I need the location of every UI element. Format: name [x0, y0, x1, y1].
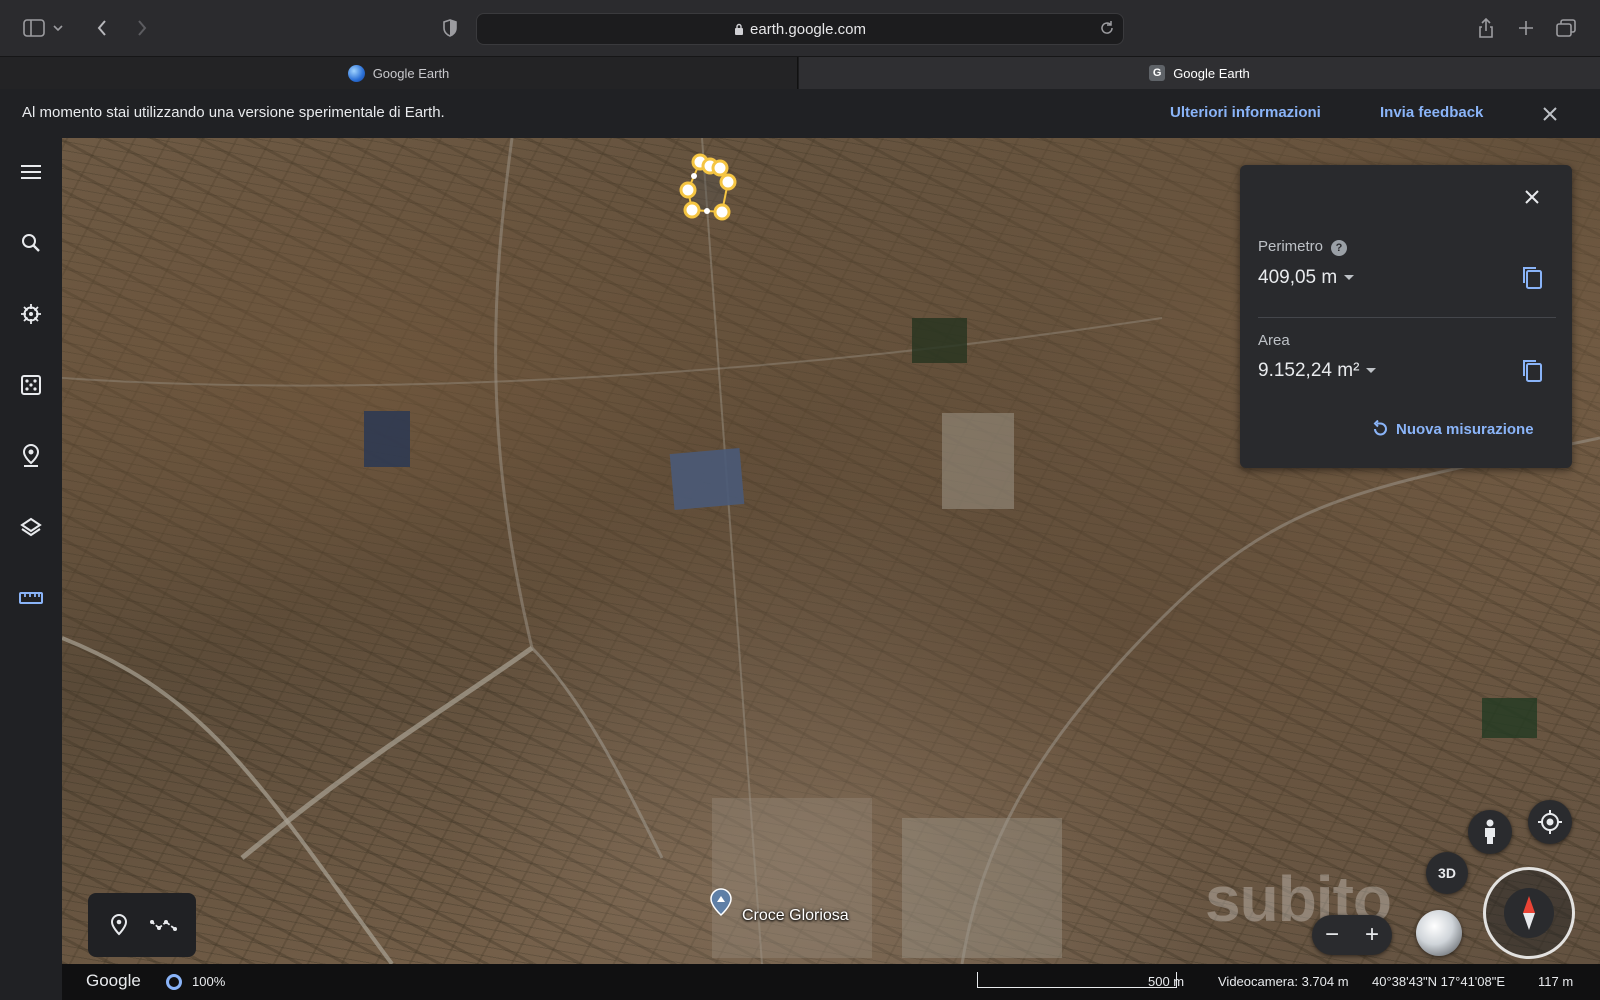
- dropdown-arrow-icon[interactable]: [1365, 367, 1377, 375]
- banner-message: Al momento stai utilizzando una versione…: [22, 104, 445, 121]
- globe-view-icon[interactable]: [1416, 910, 1462, 956]
- new-measurement-button[interactable]: Nuova misurazione: [1372, 420, 1534, 438]
- tab-title: Google Earth: [1173, 65, 1250, 81]
- compass-dial: [1504, 888, 1554, 938]
- dice-icon[interactable]: [17, 371, 45, 399]
- tab-google-earth-1[interactable]: Google Earth: [0, 57, 798, 89]
- zoom-out-button[interactable]: −: [1325, 921, 1339, 949]
- projects-icon[interactable]: [17, 442, 45, 470]
- scale-label: 500 m: [1148, 974, 1185, 989]
- shield-icon[interactable]: [436, 14, 464, 42]
- perimeter-label: Perimetro?: [1258, 238, 1348, 256]
- ruler-icon[interactable]: [17, 584, 45, 612]
- reset-icon: [1372, 420, 1388, 438]
- menu-icon[interactable]: [17, 158, 45, 186]
- send-feedback-link[interactable]: Invia feedback: [1380, 104, 1483, 121]
- place-pin-icon[interactable]: [710, 888, 732, 916]
- copy-area-icon[interactable]: [1520, 358, 1546, 384]
- help-icon[interactable]: ?: [1331, 240, 1348, 256]
- my-location-icon[interactable]: [1528, 800, 1572, 844]
- zoom-in-button[interactable]: +: [1365, 921, 1379, 949]
- sidebar-toggle-icon[interactable]: [20, 14, 48, 42]
- globe-favicon-icon: [347, 64, 365, 82]
- load-percent: 100%: [192, 974, 226, 989]
- place-label[interactable]: Croce Gloriosa: [742, 907, 849, 925]
- drawing-tools: [88, 893, 196, 957]
- copy-perimeter-icon[interactable]: [1520, 265, 1546, 291]
- g-favicon-icon: G: [1149, 65, 1166, 81]
- earth-sidebar: [0, 138, 62, 1000]
- google-logo: Google: [86, 971, 141, 990]
- layers-icon[interactable]: [17, 513, 45, 541]
- learn-more-link[interactable]: Ulteriori informazioni: [1170, 104, 1321, 121]
- close-icon[interactable]: [1520, 185, 1544, 209]
- close-icon[interactable]: [1538, 102, 1562, 126]
- coordinates: 40°38'43"N 17°41'08"E: [1372, 974, 1506, 989]
- new-tab-icon[interactable]: [1512, 14, 1540, 42]
- add-path-icon[interactable]: [150, 913, 180, 937]
- add-placemark-icon[interactable]: [108, 913, 132, 937]
- search-icon[interactable]: [17, 229, 45, 257]
- address-bar[interactable]: earth.google.com: [476, 13, 1124, 45]
- loading-indicator-icon: [166, 974, 182, 990]
- tab-title: Google Earth: [372, 65, 450, 81]
- chevron-down-icon[interactable]: [50, 14, 66, 42]
- perimeter-value[interactable]: 409,05 m: [1258, 267, 1355, 289]
- toggle-3d-button[interactable]: 3D: [1426, 852, 1468, 894]
- voyager-icon[interactable]: [17, 300, 45, 328]
- measurement-panel: Perimetro? 409,05 m Area 9.152,24 m² Nuo…: [1240, 165, 1572, 468]
- tab-overview-icon[interactable]: [1552, 14, 1580, 42]
- status-bar: Google 100% 500 m Videocamera: 3.704 m 4…: [62, 964, 1600, 1000]
- experimental-banner: Al momento stai utilizzando una versione…: [0, 89, 1600, 138]
- url-text: earth.google.com: [750, 20, 866, 38]
- lock-icon: [734, 23, 744, 36]
- tab-google-earth-2[interactable]: G Google Earth: [799, 57, 1600, 89]
- browser-toolbar: earth.google.com: [0, 0, 1600, 57]
- back-icon[interactable]: [88, 14, 116, 42]
- divider: [1258, 317, 1556, 318]
- share-icon[interactable]: [1472, 14, 1500, 42]
- dropdown-arrow-icon[interactable]: [1343, 274, 1355, 282]
- compass-needle-icon: [1523, 896, 1535, 930]
- camera-altitude: Videocamera: 3.704 m: [1218, 974, 1349, 989]
- compass[interactable]: [1483, 867, 1575, 959]
- elevation: 117 m: [1538, 974, 1574, 989]
- scale-bar: [977, 972, 1177, 988]
- forward-icon[interactable]: [128, 14, 156, 42]
- street-view-icon[interactable]: [1468, 810, 1512, 854]
- reload-icon[interactable]: [1099, 20, 1115, 36]
- area-label: Area: [1258, 332, 1290, 349]
- zoom-controls: − +: [1312, 915, 1392, 955]
- tab-bar: Google Earth G Google Earth: [0, 57, 1600, 89]
- area-value[interactable]: 9.152,24 m²: [1258, 360, 1377, 382]
